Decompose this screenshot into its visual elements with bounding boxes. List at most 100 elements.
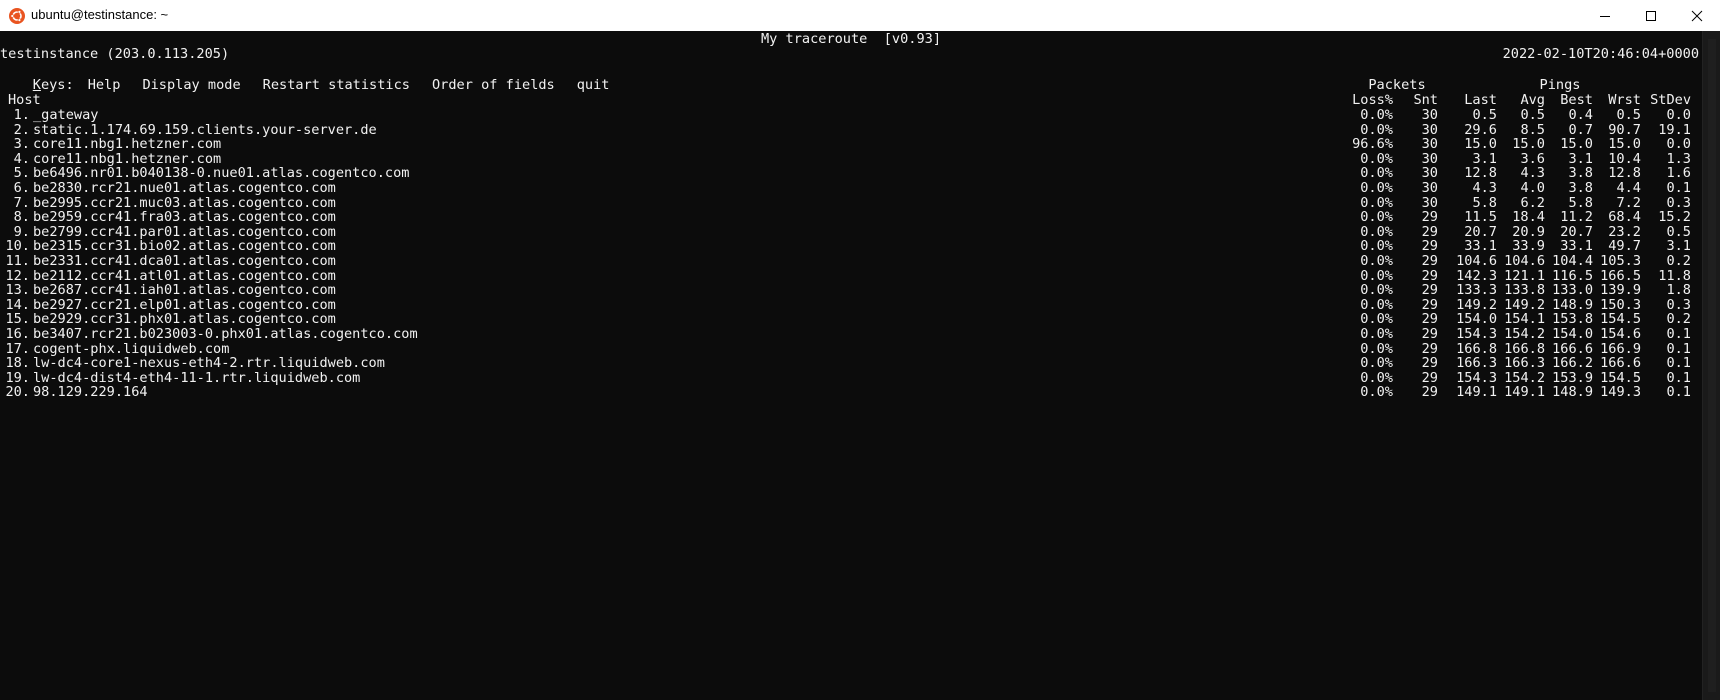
hop-last: 12.8 <box>1464 165 1497 182</box>
hop-number: 6. <box>13 180 30 196</box>
hop-row: 10. be2315.ccr31.bio02.atlas.cogentco.com… <box>0 238 1702 254</box>
hop-stdev: 0.5 <box>1666 223 1691 240</box>
hop-stdev: 3.1 <box>1666 238 1691 255</box>
hop-wrst: 154.5 <box>1600 369 1641 386</box>
hop-avg: 154.1 <box>1504 311 1545 328</box>
hop-snt: 30 <box>1421 107 1438 123</box>
hop-snt: 29 <box>1421 296 1438 313</box>
hop-row: 13. be2687.ccr41.iah01.atlas.cogentco.com… <box>0 282 1702 298</box>
key-quit[interactable]: quit <box>577 77 610 93</box>
hop-wrst: 12.8 <box>1608 165 1641 182</box>
hop-stdev: 11.8 <box>1658 267 1691 284</box>
minimize-icon <box>1600 15 1610 17</box>
hop-last: 104.6 <box>1456 253 1497 269</box>
hop-last: 149.1 <box>1456 384 1497 401</box>
col-stdev: StDev <box>1650 92 1691 108</box>
hop-stdev: 1.6 <box>1666 165 1691 182</box>
window-titlebar[interactable]: ubuntu@testinstance: ~ <box>0 0 1720 32</box>
hop-loss: 0.0% <box>1360 194 1393 211</box>
maximize-button[interactable] <box>1628 0 1674 31</box>
hop-number: 16. <box>5 326 30 342</box>
timestamp: 2022-02-10T20:46:04+0000 <box>1502 46 1699 62</box>
mtr-title: My traceroute [v0.93] <box>760 31 942 47</box>
hop-stdev: 0.1 <box>1666 180 1691 196</box>
hop-last: 3.1 <box>1472 150 1497 167</box>
hop-last: 149.2 <box>1456 296 1497 313</box>
hop-snt: 30 <box>1421 165 1438 182</box>
hop-best: 0.7 <box>1568 121 1593 138</box>
hop-last: 154.3 <box>1456 326 1497 342</box>
hop-host: be2929.ccr31.phx01.atlas.cogentco.com <box>33 311 336 328</box>
key-help[interactable]: Help <box>88 77 121 93</box>
hop-avg: 18.4 <box>1512 209 1545 226</box>
hop-best: 15.0 <box>1560 136 1593 153</box>
hop-number: 12. <box>5 267 30 284</box>
key-restart-statistics[interactable]: Restart statistics <box>263 77 410 93</box>
col-avg: Avg <box>1520 92 1545 108</box>
key-display-mode[interactable]: Display mode <box>142 77 240 93</box>
hop-loss: 0.0% <box>1360 340 1393 357</box>
hop-wrst: 154.6 <box>1600 326 1641 342</box>
close-button[interactable] <box>1674 0 1720 31</box>
hop-avg: 4.3 <box>1520 165 1545 182</box>
hop-loss: 0.0% <box>1360 150 1393 167</box>
hop-host: be2959.ccr41.fra03.atlas.cogentco.com <box>33 209 336 226</box>
hop-number: 14. <box>5 296 30 313</box>
packets-group-header: Packets <box>1368 77 1426 93</box>
hop-avg: 0.5 <box>1520 107 1545 123</box>
hop-loss: 0.0% <box>1360 355 1393 372</box>
hop-best: 154.0 <box>1552 326 1593 342</box>
hop-host: be2315.ccr31.bio02.atlas.cogentco.com <box>33 238 336 255</box>
hop-stdev: 1.8 <box>1666 282 1691 299</box>
key-order-of-fields[interactable]: Order of fields <box>432 77 555 93</box>
hop-best: 5.8 <box>1568 194 1593 211</box>
terminal-cursor: K <box>32 77 41 93</box>
hop-host: be2799.ccr41.par01.atlas.cogentco.com <box>33 223 336 240</box>
hop-best: 20.7 <box>1560 223 1593 240</box>
hop-best: 148.9 <box>1552 384 1593 401</box>
hop-row: 2. static.1.174.69.159.clients.your-serve… <box>0 122 1702 138</box>
hop-snt: 29 <box>1421 369 1438 386</box>
minimize-button[interactable] <box>1582 0 1628 31</box>
hop-row: 20. 98.129.229.164 0.0% 29 149.1 149.1 148.9 14… <box>0 384 1702 400</box>
hop-best: 166.2 <box>1552 355 1593 372</box>
hop-loss: 96.6% <box>1352 136 1393 153</box>
hop-number: 4. <box>13 150 30 167</box>
hop-host: be2331.ccr41.dca01.atlas.cogentco.com <box>33 253 336 269</box>
hop-number: 1. <box>13 107 30 123</box>
ubuntu-icon <box>9 8 25 24</box>
hop-best: 3.1 <box>1568 150 1593 167</box>
hop-snt: 29 <box>1421 384 1438 401</box>
hop-stdev: 15.2 <box>1658 209 1691 226</box>
hop-wrst: 7.2 <box>1616 194 1641 211</box>
hop-loss: 0.0% <box>1360 121 1393 138</box>
vertical-scrollbar[interactable] <box>1702 31 1720 700</box>
hop-best: 153.8 <box>1552 311 1593 328</box>
hop-row: 15. be2929.ccr31.phx01.atlas.cogentco.com… <box>0 311 1702 327</box>
maximize-icon <box>1646 10 1656 21</box>
terminal-output[interactable]: My traceroute [v0.93] testinstance (203.… <box>0 31 1702 700</box>
hop-snt: 29 <box>1421 311 1438 328</box>
window-title: ubuntu@testinstance: ~ <box>31 7 169 22</box>
hop-row: 17. cogent-phx.liquidweb.com 0.0% 29 166.8 16… <box>0 341 1702 357</box>
hop-last: 154.3 <box>1456 369 1497 386</box>
hop-loss: 0.0% <box>1360 223 1393 240</box>
hop-last: 142.3 <box>1456 267 1497 284</box>
hop-last: 166.3 <box>1456 355 1497 372</box>
hop-number: 7. <box>13 194 30 211</box>
hop-row: 3. core11.nbg1.hetzner.com 96.6% 30 15.0 15.0… <box>0 136 1702 152</box>
hop-snt: 29 <box>1421 326 1438 342</box>
scrollbar-thumb[interactable] <box>1708 39 1716 692</box>
hop-last: 5.8 <box>1472 194 1497 211</box>
hop-last: 133.3 <box>1456 282 1497 299</box>
hop-snt: 29 <box>1421 340 1438 357</box>
hop-wrst: 150.3 <box>1600 296 1641 313</box>
hop-stdev: 0.1 <box>1666 384 1691 401</box>
hop-host: be2927.ccr21.elp01.atlas.cogentco.com <box>33 296 336 313</box>
hop-wrst: 4.4 <box>1616 180 1641 196</box>
hop-loss: 0.0% <box>1360 267 1393 284</box>
hop-wrst: 139.9 <box>1600 282 1641 299</box>
hop-wrst: 0.5 <box>1616 107 1641 123</box>
hop-stdev: 0.1 <box>1666 340 1691 357</box>
hop-snt: 29 <box>1421 355 1438 372</box>
